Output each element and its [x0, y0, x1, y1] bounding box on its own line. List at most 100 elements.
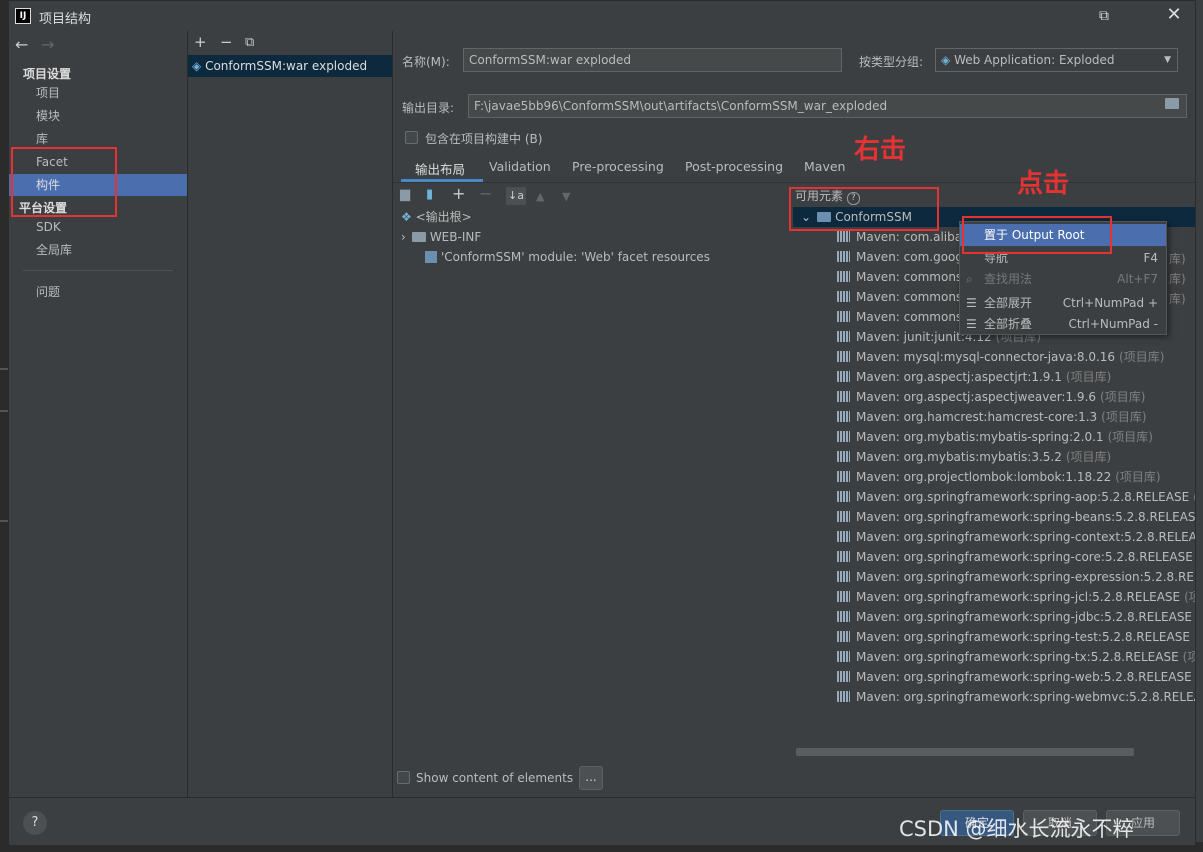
type-select[interactable]: ◈ Web Application: Exploded ▼: [935, 48, 1178, 72]
library-name: Maven: org.springframework:spring-jdbc:5…: [856, 610, 1193, 624]
library-item[interactable]: Maven: mysql:mysql-connector-java:8.0.16…: [837, 347, 1195, 367]
include-in-build-label: 包含在项目构建中 (B): [425, 132, 543, 146]
library-item[interactable]: Maven: org.springframework:spring-core:5…: [837, 547, 1195, 567]
library-item[interactable]: Maven: org.springframework:spring-tx:5.2…: [837, 647, 1195, 667]
facet-icon: [425, 251, 437, 263]
library-item[interactable]: Maven: org.springframework:spring-web:5.…: [837, 667, 1195, 687]
collapse-all-label: 全部折叠: [984, 317, 1033, 331]
find-usages-shortcut: Alt+F7: [1117, 272, 1158, 286]
tree-webinf[interactable]: › WEB-INF: [401, 227, 481, 247]
nav-item-modules[interactable]: 模块: [9, 105, 187, 127]
library-item[interactable]: Maven: org.aspectj:aspectjweaver:1.9.6 (项…: [837, 387, 1195, 407]
close-icon[interactable]: ✕: [1164, 5, 1184, 25]
show-content-checkbox[interactable]: [397, 771, 410, 784]
webinf-label: WEB-INF: [429, 230, 482, 244]
library-icon: [837, 471, 850, 482]
include-in-build-checkbox[interactable]: [405, 131, 418, 144]
name-input[interactable]: ConformSSM:war exploded: [463, 48, 842, 72]
library-name: Maven: org.springframework:spring-contex…: [856, 530, 1195, 544]
library-name: Maven: org.projectlombok:lombok:1.18.22: [856, 470, 1112, 484]
library-item[interactable]: Maven: org.springframework:spring-expres…: [837, 567, 1195, 587]
library-icon: [837, 251, 850, 262]
tab-pre-processing[interactable]: Pre-processing: [572, 159, 664, 174]
nav-item-project[interactable]: 项目: [9, 82, 187, 104]
output-dir-input[interactable]: F:\javae5bb96\ConformSSM\out\artifacts\C…: [468, 94, 1187, 118]
copy-icon[interactable]: ⧉: [245, 35, 254, 50]
library-suffix: (项: [1194, 630, 1195, 644]
window-title: 项目结构: [39, 12, 92, 27]
add-copy-icon[interactable]: +: [452, 184, 465, 203]
collapse-all-shortcut: Ctrl+NumPad -: [1068, 317, 1159, 331]
nav-item-sdks[interactable]: SDK: [9, 216, 187, 238]
search-icon: ⌕: [966, 272, 973, 286]
library-item[interactable]: Maven: org.springframework:spring-contex…: [837, 527, 1195, 547]
ellipsis-button[interactable]: ...: [579, 766, 603, 790]
menu-item-collapse-all[interactable]: ☰ 全部折叠 Ctrl+NumPad -: [960, 313, 1166, 335]
library-item[interactable]: Maven: org.springframework:spring-test:5…: [837, 627, 1195, 647]
library-icon: [837, 551, 850, 562]
library-icon: [837, 531, 850, 542]
library-name: Maven: org.springframework:spring-core:5…: [856, 550, 1193, 564]
library-item[interactable]: Maven: org.mybatis:mybatis-spring:2.0.1(…: [837, 427, 1195, 447]
watermark: CSDN @细水长流永不粹: [899, 817, 1134, 841]
new-folder-icon[interactable]: ▆: [400, 187, 410, 202]
library-name: Maven: com.aliba: [856, 230, 963, 244]
name-label: 名称(M):: [402, 55, 450, 69]
move-down-icon[interactable]: ▼: [562, 190, 570, 203]
chevron-down-icon: ▼: [1164, 55, 1171, 65]
library-item[interactable]: Maven: org.springframework:spring-beans:…: [837, 507, 1195, 527]
forward-arrow-icon[interactable]: →: [41, 35, 54, 54]
browse-folder-icon[interactable]: [1165, 98, 1179, 109]
output-root-icon: ❖: [401, 210, 412, 224]
tab-post-processing[interactable]: Post-processing: [685, 159, 783, 174]
intellij-logo-icon: IJ: [15, 8, 31, 24]
library-item[interactable]: Maven: org.springframework:spring-webmvc…: [837, 687, 1195, 707]
annotation-box-menu-item: [962, 216, 1112, 254]
menu-item-expand-all[interactable]: ☰ 全部展开 Ctrl+NumPad +: [960, 292, 1166, 314]
chevron-right-icon: ›: [401, 230, 406, 244]
library-item[interactable]: Maven: org.aspectj:aspectjrt:1.9.1 (项目库): [837, 367, 1195, 387]
library-icon: [837, 431, 850, 442]
tree-output-root[interactable]: ❖ <输出根>: [401, 207, 472, 227]
type-select-value: Web Application: Exploded: [954, 53, 1115, 67]
tree-facet-resources[interactable]: 'ConformSSM' module: 'Web' facet resourc…: [425, 247, 710, 267]
annotation-click: 点击: [1017, 169, 1070, 199]
move-up-icon[interactable]: ▲: [536, 190, 544, 203]
library-name: Maven: mysql:mysql-connector-java:8.0.16: [856, 350, 1116, 364]
library-icon: [837, 271, 850, 282]
sort-icon[interactable]: ↓a: [506, 187, 526, 205]
remove-icon[interactable]: −: [220, 33, 233, 51]
tab-maven[interactable]: Maven: [804, 159, 845, 174]
library-name: Maven: com.goog: [856, 250, 964, 264]
library-icon: [837, 331, 850, 342]
menu-item-find-usages[interactable]: ⌕ 查找用法 Alt+F7: [960, 268, 1166, 290]
help-button[interactable]: ?: [23, 811, 47, 835]
library-icon: [837, 671, 850, 682]
library-item[interactable]: Maven: org.springframework:spring-jcl:5.…: [837, 587, 1195, 607]
library-icon: [837, 591, 850, 602]
annotation-box-nav: [11, 147, 117, 217]
nav-item-problems[interactable]: 问题: [9, 281, 187, 303]
artifact-item-selected[interactable]: ◈ ConformSSM:war exploded: [188, 55, 392, 77]
nav-item-global-libraries[interactable]: 全局库: [9, 239, 187, 261]
library-name: Maven: org.springframework:spring-tx:5.2…: [856, 650, 1179, 664]
bottom-divider: [9, 797, 1195, 798]
library-item[interactable]: Maven: org.projectlombok:lombok:1.18.22(…: [837, 467, 1195, 487]
restore-window-icon[interactable]: ⧉: [1094, 6, 1114, 26]
remove-element-icon[interactable]: −: [479, 184, 492, 203]
nav-separator: [23, 270, 173, 271]
output-dir-value: F:\javae5bb96\ConformSSM\out\artifacts\C…: [474, 99, 888, 113]
library-item[interactable]: Maven: org.mybatis:mybatis:3.5.2 (项目库): [837, 447, 1195, 467]
add-icon[interactable]: +: [194, 33, 207, 51]
back-arrow-icon[interactable]: ←: [15, 35, 28, 54]
archive-icon[interactable]: ▮: [426, 187, 433, 202]
tab-validation[interactable]: Validation: [489, 159, 551, 174]
library-item[interactable]: Maven: org.hamcrest:hamcrest-core:1.3 (项目…: [837, 407, 1195, 427]
library-item[interactable]: Maven: org.springframework:spring-aop:5.…: [837, 487, 1195, 507]
horizontal-scrollbar[interactable]: [796, 748, 1134, 756]
library-name: Maven: commons: [856, 290, 963, 304]
expand-all-icon: ☰: [966, 296, 977, 310]
tab-output-layout[interactable]: 输出布局: [415, 159, 465, 178]
library-icon: [837, 611, 850, 622]
library-item[interactable]: Maven: org.springframework:spring-jdbc:5…: [837, 607, 1195, 627]
